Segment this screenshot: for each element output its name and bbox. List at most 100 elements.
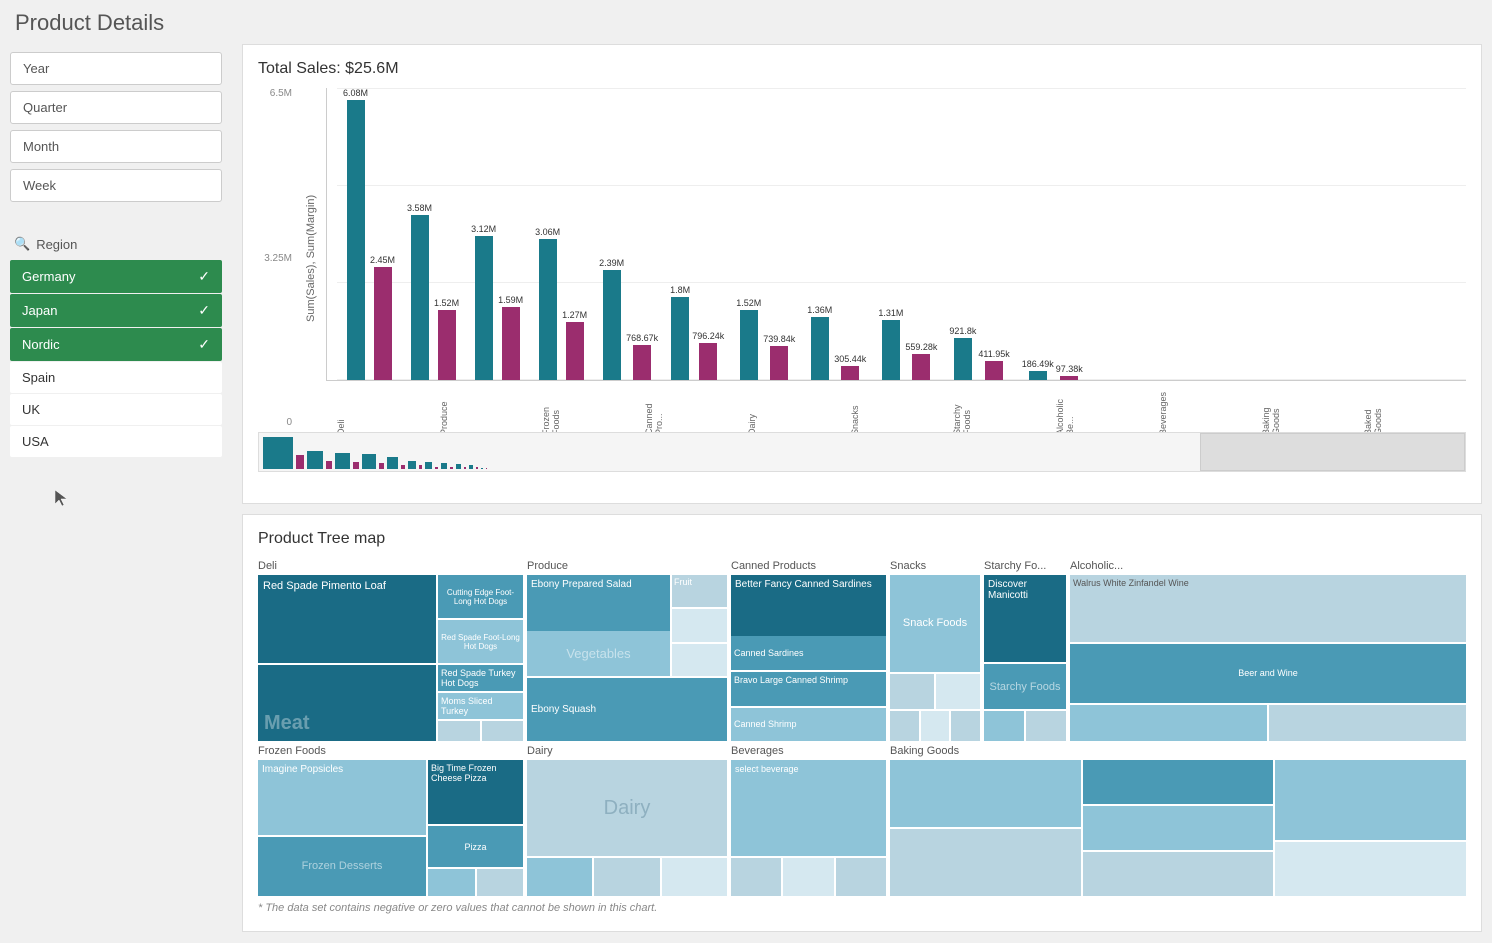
bar-alcoholic-sales [811, 317, 829, 380]
region-item-usa[interactable]: USA [10, 426, 222, 457]
filter-year[interactable]: Year [10, 52, 222, 85]
bar-group-alcoholic[interactable]: 1.36M 305.44k [801, 305, 872, 380]
treemap-cell-dairy-sub3[interactable] [662, 858, 727, 896]
treemap-cell-cutting-edge[interactable]: Cutting Edge Foot-Long Hot Dogs [438, 575, 523, 618]
treemap-cell-snacks-small2[interactable] [936, 674, 980, 710]
treemap-cell-deli-small1[interactable] [438, 721, 480, 741]
treemap-cell-baking2[interactable] [890, 829, 1081, 896]
bar-group-produce[interactable]: 3.58M 1.52M [401, 203, 465, 380]
region-item-japan[interactable]: Japan ✓ [10, 294, 222, 327]
filter-week[interactable]: Week [10, 169, 222, 202]
region-item-nordic[interactable]: Nordic ✓ [10, 328, 222, 361]
y-label-mid: 3.25M [264, 253, 292, 264]
treemap-cell-frozen-small2[interactable] [477, 869, 524, 896]
bar-group-baking[interactable]: 921.8k 411.95k [943, 326, 1015, 380]
treemap-snacks[interactable]: Snacks Snack Foods [890, 560, 980, 741]
treemap-cell-ebony-salad[interactable]: Ebony Prepared Salad [527, 575, 670, 629]
region-item-spain[interactable]: Spain [10, 362, 222, 393]
treemap-cell-zinfandel[interactable]: Walrus White Zinfandel Wine [1070, 575, 1466, 642]
treemap-cell-produce-small[interactable] [672, 609, 727, 641]
treemap-cell-cheese-pizza[interactable]: Big Time Frozen Cheese Pizza [428, 760, 523, 824]
bar-label-frozen-sales: 3.12M [471, 224, 496, 234]
treemap-starchy[interactable]: Starchy Fo... Discover Manicotti Starchy… [984, 560, 1066, 741]
treemap-cell-moms-turkey[interactable]: Moms Sliced Turkey [438, 693, 523, 719]
checkmark-icon: ✓ [198, 336, 210, 353]
bar-group-canned[interactable]: 3.06M 1.27M [529, 227, 593, 380]
treemap-cell-beer-wine[interactable]: Beer and Wine [1070, 644, 1466, 703]
treemap-deli[interactable]: Deli Red Spade Pimento Loaf Cutting Edge… [258, 560, 523, 741]
treemap-alcoholic[interactable]: Alcoholic... Walrus White Zinfandel Wine… [1070, 560, 1466, 741]
bar-group-beverages[interactable]: 1.31M 559.28k [872, 308, 943, 380]
treemap-cell-vegetables[interactable]: Vegetables [527, 631, 670, 677]
bar-group-frozen[interactable]: 3.12M 1.59M [465, 224, 529, 380]
region-item-germany[interactable]: Germany ✓ [10, 260, 222, 293]
treemap-cell-baking4[interactable] [1083, 806, 1274, 850]
scroll-thumb[interactable] [1200, 433, 1465, 471]
treemap-cell-frozen-desserts[interactable]: Frozen Desserts [258, 837, 426, 896]
region-item-uk[interactable]: UK [10, 394, 222, 425]
treemap-cell-snacks-small3[interactable] [890, 711, 919, 741]
bar-group-deli[interactable]: 6.08M 2.45M [337, 88, 401, 380]
treemap-cell-snack-foods[interactable]: Snack Foods [890, 575, 980, 672]
treemap-cell-snacks-small5[interactable] [951, 711, 980, 741]
treemap-canned[interactable]: Canned Products Better Fancy Canned Sard… [731, 560, 886, 741]
treemap-cell-bravo-shrimp[interactable]: Bravo Large Canned Shrimp [731, 672, 886, 706]
bar-snacks-margin [699, 343, 717, 380]
treemap-cell-red-spade-pimento[interactable]: Red Spade Pimento Loaf [258, 575, 436, 663]
treemap-cell-better-sardines[interactable]: Better Fancy Canned Sardines [731, 575, 886, 634]
bar-group-snacks[interactable]: 1.8M 796.24k [664, 285, 730, 380]
treemap-cell-baking7[interactable] [1275, 842, 1466, 896]
treemap-cell-turkey-hotdogs[interactable]: Red Spade Turkey Hot Dogs [438, 665, 523, 691]
treemap-cell-canned-sardines[interactable]: Canned Sardines [731, 636, 886, 669]
treemap-cell-alc-small1[interactable] [1070, 705, 1267, 742]
treemap-cell-canned-shrimp[interactable]: Canned Shrimp [731, 708, 886, 742]
bar-label-dairy-margin: 768.67k [626, 333, 658, 343]
treemap-cell-popsicles[interactable]: Imagine Popsicles [258, 760, 426, 835]
bar-label-snacks-sales: 1.8M [670, 285, 690, 295]
treemap-frozen[interactable]: Frozen Foods Imagine Popsicles Frozen De… [258, 745, 523, 896]
treemap-cell-meat[interactable]: Meat [258, 665, 436, 741]
bar-group-dairy[interactable]: 2.39M 768.67k [593, 258, 664, 380]
chart-minimap[interactable] [258, 432, 1466, 472]
treemap-cell-produce-small2[interactable] [672, 644, 727, 676]
treemap-cell-frozen-small1[interactable] [428, 869, 475, 896]
treemap-produce[interactable]: Produce Ebony Prepared Salad Vegetables … [527, 560, 727, 741]
y-label-zero: 0 [286, 417, 292, 428]
treemap-cell-pizza[interactable]: Pizza [428, 826, 523, 867]
bar-label-baking-margin: 411.95k [978, 349, 1009, 359]
treemap-baking[interactable]: Baking Goods [890, 745, 1466, 896]
treemap-beverages-label: Beverages [731, 745, 886, 757]
treemap-cell-ebony-squash[interactable]: Ebony Squash [527, 678, 727, 741]
treemap-cell-baking6[interactable] [1275, 760, 1466, 839]
treemap-cell-manicotti[interactable]: Discover Manicotti [984, 575, 1066, 662]
treemap-cell-starchy-foods[interactable]: Starchy Foods [984, 664, 1066, 710]
treemap-cell-bev-sub2[interactable] [783, 858, 833, 896]
filter-month[interactable]: Month [10, 130, 222, 163]
treemap-snacks-label: Snacks [890, 560, 980, 572]
filter-quarter[interactable]: Quarter [10, 91, 222, 124]
treemap-cell-dairy-sub2[interactable] [594, 858, 659, 896]
bar-baking-sales [954, 338, 972, 380]
treemap-cell-snacks-small1[interactable] [890, 674, 934, 710]
treemap-cell-fruit[interactable]: Fruit [672, 575, 727, 607]
treemap-beverages[interactable]: Beverages select beverage [731, 745, 886, 896]
treemap-cell-baking5[interactable] [1083, 852, 1274, 896]
bar-snacks-sales [671, 297, 689, 380]
treemap-cell-starchy-small1[interactable] [984, 711, 1024, 741]
treemap-dairy[interactable]: Dairy Dairy [527, 745, 727, 896]
treemap-cell-red-spade-footlong[interactable]: Red Spade Foot-Long Hot Dogs [438, 620, 523, 663]
treemap-cell-beverages-main[interactable]: select beverage [731, 760, 886, 856]
treemap-cell-dairy[interactable]: Dairy [527, 760, 727, 856]
treemap-cell-bev-sub1[interactable] [731, 858, 781, 896]
treemap-cell-baking3[interactable] [1083, 760, 1274, 804]
bar-group-starchy[interactable]: 1.52M 739.84k [730, 298, 801, 380]
bar-group-baked[interactable]: 186.49k 97.38k [1016, 359, 1089, 380]
treemap-cell-starchy-small2[interactable] [1026, 711, 1066, 741]
treemap-cell-alc-small2[interactable] [1269, 705, 1466, 742]
bar-baking-margin [985, 361, 1003, 380]
treemap-cell-snacks-small4[interactable] [921, 711, 950, 741]
treemap-cell-baking1[interactable] [890, 760, 1081, 827]
treemap-cell-deli-small2[interactable] [482, 721, 524, 741]
treemap-cell-bev-sub3[interactable] [836, 858, 886, 896]
treemap-cell-dairy-sub1[interactable] [527, 858, 592, 896]
